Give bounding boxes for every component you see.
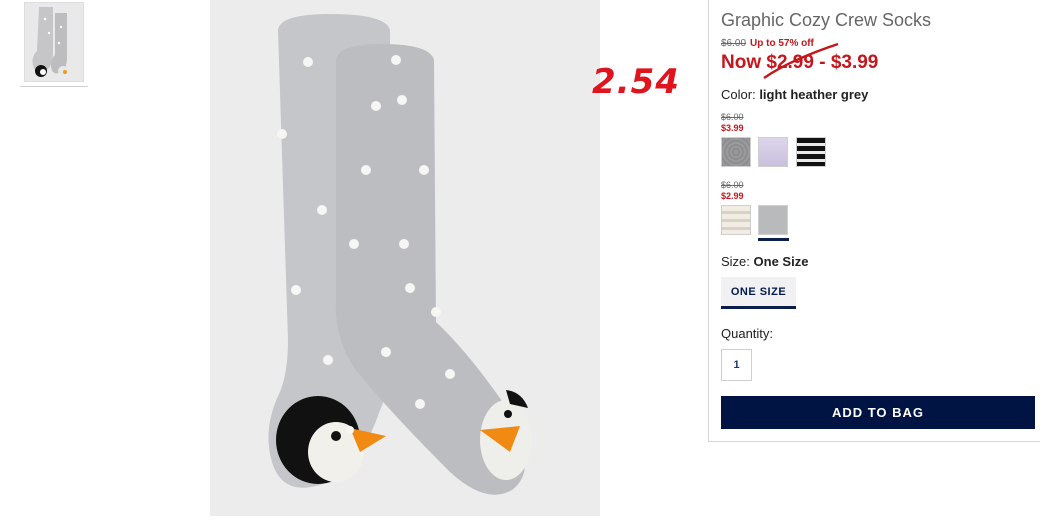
quantity-input[interactable] bbox=[721, 349, 752, 381]
quantity-label: Quantity: bbox=[721, 326, 774, 341]
product-thumbnail[interactable] bbox=[24, 2, 84, 82]
swatch-group-new-price: $3.99 bbox=[721, 123, 744, 133]
cream-stripe-swatch[interactable] bbox=[721, 205, 751, 235]
selected-size-name: One Size bbox=[753, 254, 809, 269]
price-strikethrough-mark bbox=[763, 42, 839, 80]
swatch-group-new-price: $2.99 bbox=[721, 191, 744, 201]
black-white-stripe-swatch[interactable] bbox=[796, 137, 826, 167]
swatch-group-old-price: $6.00 bbox=[721, 180, 744, 190]
size-label: Size: One Size bbox=[721, 254, 808, 269]
product-title: Graphic Cozy Crew Socks bbox=[721, 10, 932, 30]
thumbnail-divider bbox=[20, 86, 88, 87]
add-to-bag-button[interactable]: ADD TO BAG bbox=[721, 396, 1035, 429]
color-label-prefix: Color: bbox=[721, 87, 756, 102]
selected-color-name: light heather grey bbox=[759, 87, 869, 102]
swatch-group-price: $6.00 $3.99 bbox=[721, 112, 744, 134]
sock-thumbnail-image bbox=[32, 7, 68, 77]
main-product-image bbox=[210, 0, 600, 516]
swatch-group-old-price: $6.00 bbox=[721, 112, 744, 122]
one-size-button[interactable]: ONE SIZE bbox=[721, 277, 796, 309]
socks-illustration bbox=[268, 14, 532, 495]
color-label: Color: light heather grey bbox=[721, 87, 868, 102]
lilac-swatch[interactable] bbox=[758, 137, 788, 167]
grey-dot-swatch[interactable] bbox=[721, 137, 751, 167]
selected-swatch-indicator bbox=[758, 238, 789, 241]
swatch-group-price: $6.00 $2.99 bbox=[721, 180, 744, 202]
original-price: $6.00 bbox=[721, 38, 747, 49]
price-annotation: 2.54 bbox=[592, 62, 680, 102]
size-label-prefix: Size: bbox=[721, 254, 750, 269]
light-heather-grey-swatch[interactable] bbox=[758, 205, 788, 235]
